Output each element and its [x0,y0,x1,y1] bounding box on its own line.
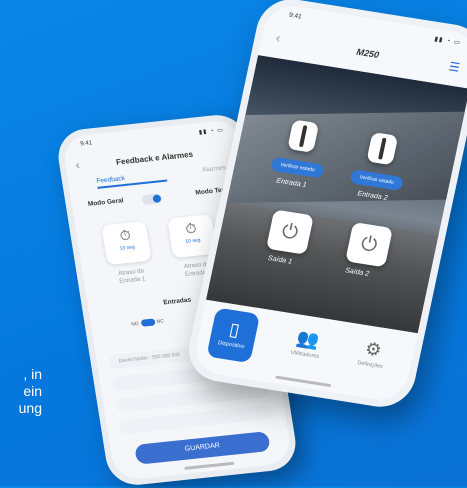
status-time: 9:41 [288,11,303,21]
mode-geral-label: Modo Geral [87,197,125,208]
caption-text: , in ein ung [0,366,42,417]
output-2-power-button[interactable]: ⏻ [345,221,394,268]
stopwatch-icon: ⏱ [184,219,198,237]
caption-line: ung [18,400,42,416]
tab-alarmes[interactable]: Alarmes [202,164,227,173]
output-1-power-button[interactable]: ⏻ [266,209,314,255]
contact-switch[interactable] [140,318,156,327]
contact-nc-label: NC [156,318,165,326]
signal-wifi-battery-icon: ▮▮ ◔ ▭ [433,35,462,47]
power-icon: ⏻ [358,232,380,257]
home-indicator [184,461,235,470]
save-button[interactable]: GUARDAR [134,431,271,465]
power-icon: ⏻ [279,220,301,245]
tab-feedback[interactable]: Feedback [95,170,168,189]
timer-entrada-1[interactable]: ⏱ 10 seg [101,220,152,266]
timer-label: Atraso da Entrada 1 [101,266,163,288]
status-time: 9:41 [80,140,93,148]
caption-line: , in [23,366,42,382]
phone-m250-device: 9:41 ▮▮ ◔ ▭ ‹ M250 ☰ Verificar estado Ve… [182,0,467,412]
nav-item-utilizadores[interactable]: 👥 Utilizadores [276,324,338,362]
stopwatch-icon: ⏱ [118,226,132,244]
contact-toggle-left[interactable]: NO NC [131,318,165,328]
nav-item-dispositivo[interactable]: ▯ Dispositivo [206,307,261,364]
caption-line: ein [23,383,42,399]
mode-toggle[interactable] [141,193,163,206]
contact-no-label: NO [130,320,140,328]
roof-shape [216,111,467,204]
phone-screen: 9:41 ▮▮ ◔ ▭ ‹ M250 ☰ Verificar estado Ve… [191,2,467,404]
signal-wifi-battery-icon: ▮▮ ◔ ▭ [198,127,225,136]
nav-item-definicoes[interactable]: ⚙ Definições [342,334,404,372]
toggle-knob [152,194,162,204]
